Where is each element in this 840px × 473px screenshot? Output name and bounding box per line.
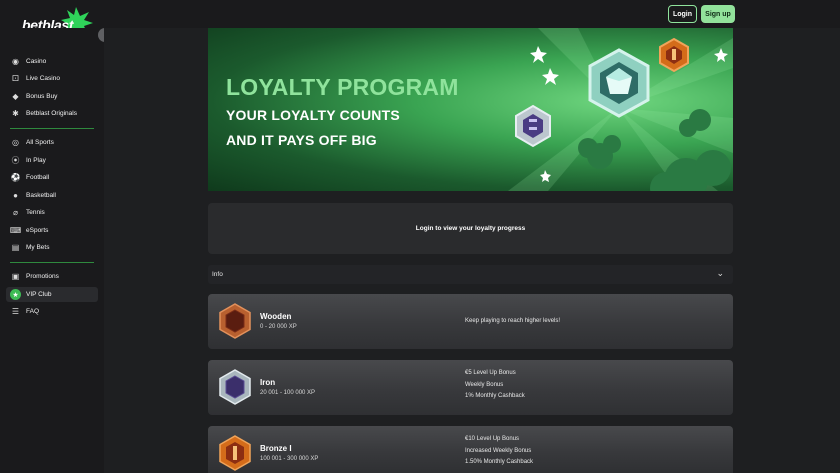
login-progress-card[interactable]: Login to view your loyalty progress — [208, 203, 733, 254]
sidebar-item-label: Basketball — [26, 192, 56, 199]
sidebar-item-betblast-originals[interactable]: ✱ Betblast Originals — [6, 106, 98, 121]
football-icon: ⚽ — [10, 173, 21, 182]
sidebar-item-tennis[interactable]: ⌀ Tennis — [6, 205, 98, 220]
gem-badge-icon — [588, 48, 650, 118]
casino-chip-icon: ◉ — [12, 57, 19, 66]
star-icon: ★ — [10, 289, 21, 300]
level-perks: Keep playing to reach higher levels! — [465, 316, 560, 328]
level-xp: 100 001 - 300 000 XP — [260, 456, 319, 462]
perk-item: Keep playing to reach higher levels! — [465, 318, 561, 324]
in-play-icon: ⦿ — [11, 156, 20, 165]
sidebar-item-label: Tennis — [26, 209, 45, 216]
bronze-badge-icon — [219, 435, 251, 471]
sidebar-item-label: My Bets — [26, 244, 50, 251]
level-xp: 0 - 20 000 XP — [260, 324, 297, 330]
gamepad-icon: ⌨ — [9, 226, 22, 235]
faq-icon: ☰ — [11, 307, 20, 316]
iron-badge-icon — [219, 369, 251, 405]
sidebar-item-faq[interactable]: ☰ FAQ — [6, 304, 98, 319]
sidebar-item-basketball[interactable]: ● Basketball — [6, 188, 98, 203]
level-xp: 20 001 - 100 000 XP — [260, 390, 316, 396]
sidebar-item-label: eSports — [26, 227, 49, 234]
sidebar-item-live-casino[interactable]: ⚀ Live Casino — [6, 71, 98, 86]
live-casino-icon: ⚀ — [12, 74, 19, 83]
sidebar-item-promotions[interactable]: ▣ Promotions — [6, 269, 98, 284]
originals-icon: ✱ — [12, 109, 19, 118]
sidebar-item-football[interactable]: ⚽ Football — [6, 170, 98, 185]
sidebar-item-label: Casino — [26, 58, 47, 65]
sidebar-item-label: Bonus Buy — [26, 93, 58, 100]
iron-badge-icon — [515, 104, 551, 148]
banner-title: LOYALTY PROGRAM — [226, 74, 459, 100]
sidebar-item-label: Live Casino — [26, 75, 60, 82]
sidebar-item-casino[interactable]: ◉ Casino — [6, 54, 98, 69]
sidebar-item-bonus-buy[interactable]: ◆ Bonus Buy — [6, 89, 98, 104]
wooden-badge-icon — [219, 303, 251, 339]
banner-subtitle-line2: AND IT PAYS OFF BIG — [226, 132, 377, 148]
sidebar-item-label: In Play — [26, 157, 46, 164]
sidebar-item-label: Betblast Originals — [26, 110, 77, 117]
all-sports-icon: ◎ — [12, 138, 19, 147]
sidebar-item-all-sports[interactable]: ◎ All Sports — [6, 135, 98, 150]
level-name: Iron — [260, 378, 276, 387]
loyalty-banner: LOYALTY PROGRAM YOUR LOYALTY COUNTS AND … — [208, 28, 733, 191]
perk-item: 1% Monthly Cashback — [465, 393, 525, 399]
level-perks: €10 Level Up Bonus Increased Weekly Bonu… — [465, 434, 533, 469]
level-card-wooden: Wooden 0 - 20 000 XP Keep playing to rea… — [208, 294, 733, 349]
sidebar-item-in-play[interactable]: ⦿ In Play — [6, 153, 98, 168]
tennis-icon: ⌀ — [13, 208, 18, 217]
level-card-iron: Iron 20 001 - 100 000 XP €5 Level Up Bon… — [208, 360, 733, 415]
sidebar-divider — [10, 262, 94, 263]
bronze-badge-icon — [659, 37, 689, 73]
sidebar-item-label: VIP Club — [26, 291, 52, 298]
perk-item: €5 Level Up Bonus — [465, 370, 516, 376]
sidebar-divider — [10, 128, 94, 129]
level-perks: €5 Level Up Bonus Weekly Bonus 1% Monthl… — [465, 368, 525, 403]
sidebar-item-label: Promotions — [26, 273, 59, 280]
info-accordion[interactable]: Info ⌄ — [208, 265, 733, 284]
banner-subtitle-line1: YOUR LOYALTY COUNTS — [226, 107, 400, 123]
perk-item: 1.50% Monthly Cashback — [465, 459, 534, 465]
level-name: Wooden — [260, 312, 292, 321]
sidebar-item-label: FAQ — [26, 308, 40, 315]
chevron-down-icon: ⌄ — [716, 268, 724, 278]
info-label: Info — [212, 271, 223, 278]
basketball-icon: ● — [13, 191, 18, 200]
login-button[interactable]: Login — [668, 5, 697, 23]
gift-icon: ▣ — [11, 272, 20, 281]
diamond-icon: ◆ — [12, 92, 19, 101]
signup-button[interactable]: Sign up — [701, 5, 735, 23]
sidebar-item-label: Football — [26, 174, 50, 181]
perk-item: Increased Weekly Bonus — [465, 447, 532, 454]
level-card-bronze-i: Bronze I 100 001 - 300 000 XP €10 Level … — [208, 426, 733, 473]
sidebar-item-label: All Sports — [26, 139, 54, 146]
bets-icon: ▤ — [11, 243, 20, 252]
sidebar-item-vip-club[interactable]: ★ VIP Club — [6, 287, 98, 302]
sidebar-item-my-bets[interactable]: ▤ My Bets — [6, 240, 98, 255]
login-prompt-text: Login to view your loyalty progress — [415, 225, 526, 232]
sidebar-item-esports[interactable]: ⌨ eSports — [6, 223, 98, 238]
perk-item: €10 Level Up Bonus — [465, 436, 520, 442]
perk-item: Weekly Bonus — [465, 381, 504, 388]
level-name: Bronze I — [260, 444, 292, 453]
